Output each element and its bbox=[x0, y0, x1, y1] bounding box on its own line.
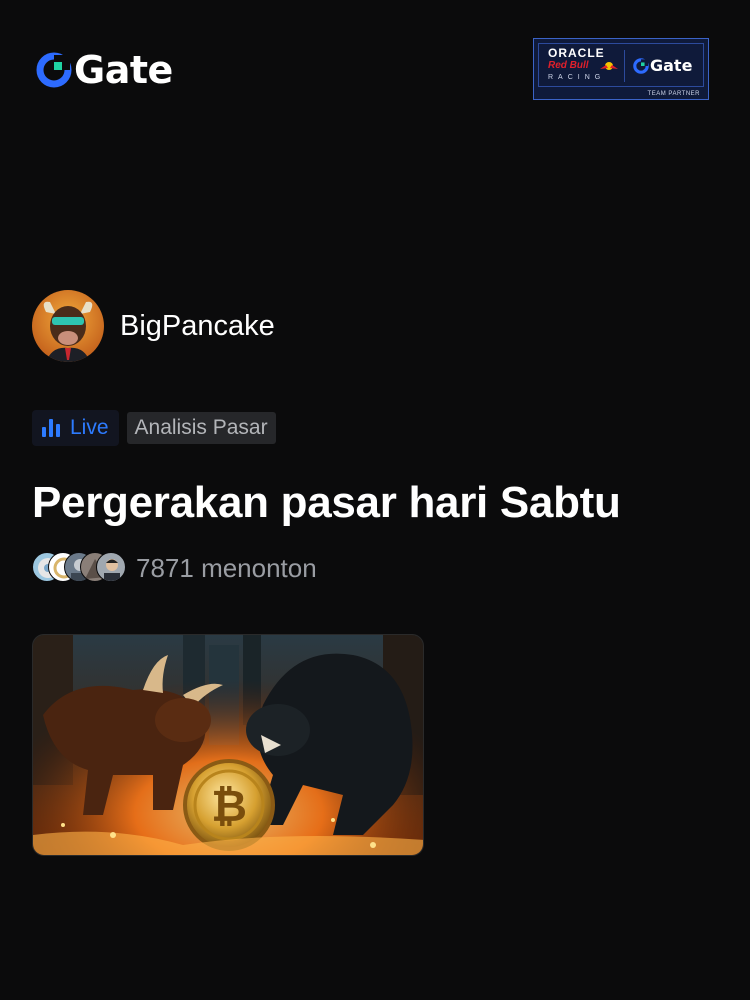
stream-thumbnail[interactable]: ₿ bbox=[32, 634, 424, 856]
author-name[interactable]: BigPancake bbox=[120, 310, 275, 343]
viewer-count: 7871 menonton bbox=[136, 552, 317, 583]
gate-small-icon bbox=[633, 57, 649, 74]
team-partner-text: TEAM PARTNER bbox=[647, 91, 700, 97]
partner-gate-logo: Gate bbox=[633, 56, 692, 75]
bull-vs-bear-bitcoin-image: ₿ bbox=[33, 635, 423, 855]
header: Gate ORACLE Red Bull RACING Gate TEAM PA bbox=[0, 0, 750, 140]
avatar[interactable] bbox=[32, 290, 104, 362]
svg-text:₿: ₿ bbox=[211, 781, 247, 832]
author[interactable]: BigPancake bbox=[32, 290, 275, 362]
category-tag[interactable]: Analisis Pasar bbox=[126, 412, 276, 444]
viewers: 7871 menonton bbox=[32, 552, 317, 584]
partner-divider bbox=[624, 50, 625, 82]
racing-text: RACING bbox=[548, 74, 606, 81]
partner-gate-text: Gate bbox=[650, 56, 693, 75]
gate-logo[interactable]: Gate bbox=[36, 50, 173, 90]
redbull-text: Red Bull bbox=[548, 60, 589, 71]
live-bars-icon bbox=[42, 419, 60, 437]
viewer-avatar bbox=[96, 552, 126, 582]
tags: Live Analisis Pasar bbox=[32, 410, 276, 446]
category-label: Analisis Pasar bbox=[134, 416, 268, 439]
bull-avatar-icon bbox=[32, 290, 104, 362]
live-label: Live bbox=[70, 416, 109, 439]
oracle-text: ORACLE bbox=[548, 46, 605, 60]
team-partner-badge[interactable]: ORACLE Red Bull RACING Gate TEAM PARTNER bbox=[533, 38, 709, 100]
gate-logo-text: Gate bbox=[74, 48, 173, 92]
viewer-avatars bbox=[32, 552, 128, 584]
partner-frame: ORACLE Red Bull RACING Gate bbox=[538, 43, 704, 87]
stream-title: Pergerakan pasar hari Sabtu bbox=[32, 478, 621, 527]
gate-logo-icon bbox=[36, 52, 72, 88]
live-tag: Live bbox=[32, 410, 119, 446]
red-bull-icon bbox=[600, 62, 618, 70]
